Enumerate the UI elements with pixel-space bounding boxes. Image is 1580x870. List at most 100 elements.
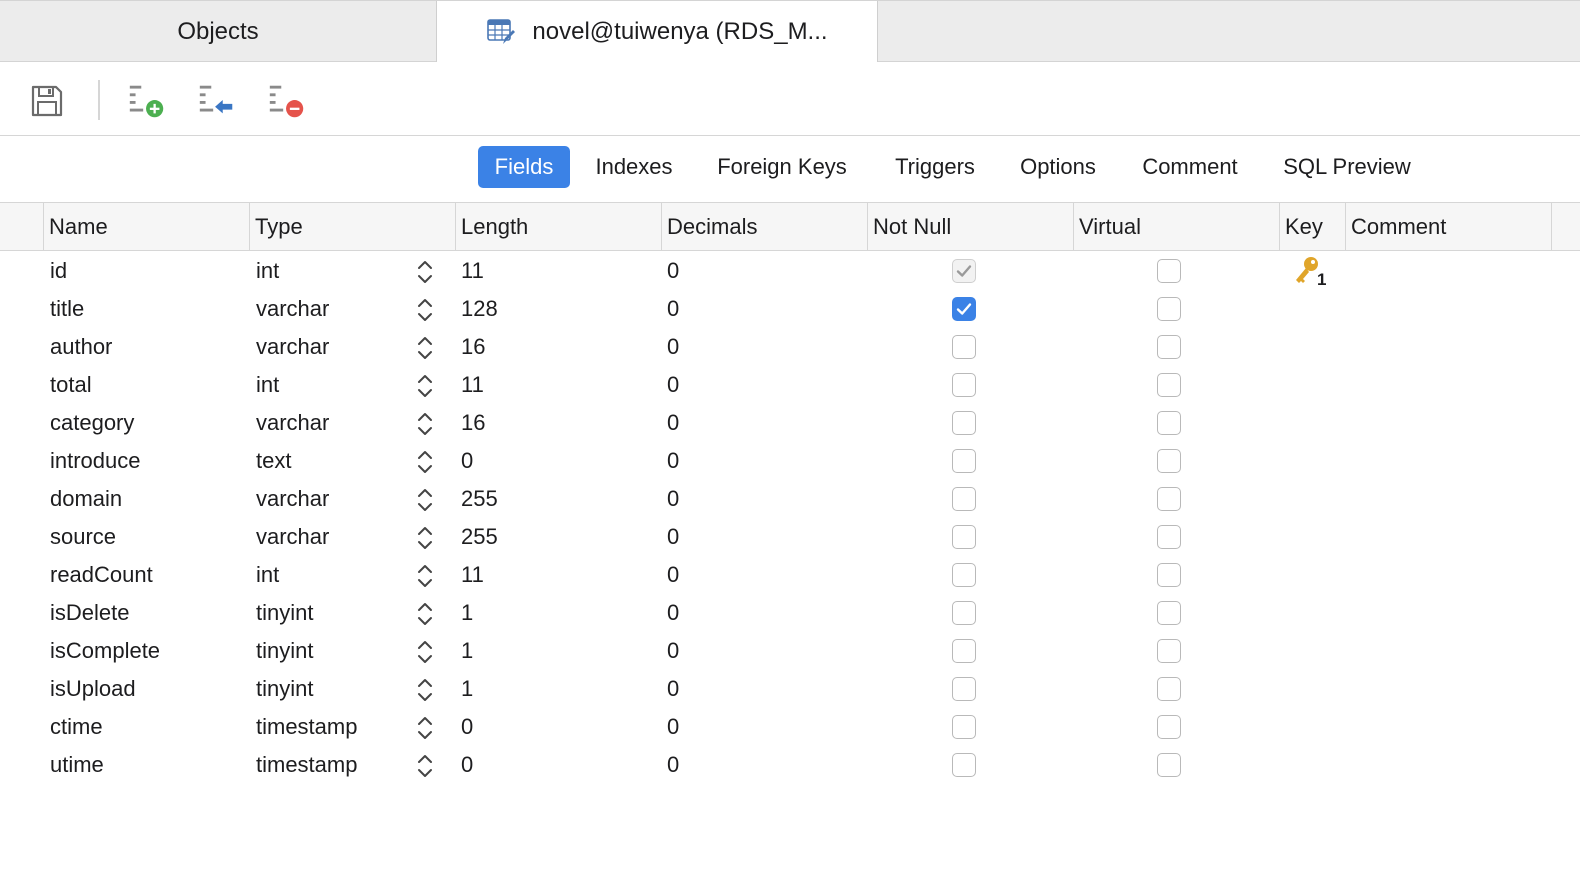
field-decimals-cell[interactable]: 0 — [667, 708, 857, 746]
type-stepper-icon[interactable] — [416, 563, 434, 589]
virtual-checkbox[interactable] — [1157, 563, 1181, 587]
type-stepper-icon[interactable] — [416, 411, 434, 437]
subtab-triggers[interactable]: Triggers — [880, 146, 990, 188]
not-null-checkbox[interactable] — [952, 449, 976, 473]
type-stepper-icon[interactable] — [416, 297, 434, 323]
field-name-cell[interactable]: id — [50, 252, 240, 290]
type-stepper-icon[interactable] — [416, 259, 434, 285]
field-length-cell[interactable]: 0 — [461, 746, 651, 784]
field-type-cell[interactable]: int — [256, 556, 406, 594]
virtual-checkbox[interactable] — [1157, 373, 1181, 397]
table-row[interactable]: source varchar 255 0 — [0, 518, 1580, 556]
subtab-fields[interactable]: Fields — [478, 146, 570, 188]
tab-objects[interactable]: Objects — [0, 1, 437, 62]
subtab-sql-preview[interactable]: SQL Preview — [1272, 146, 1422, 188]
type-stepper-icon[interactable] — [416, 449, 434, 475]
field-length-cell[interactable]: 255 — [461, 480, 651, 518]
column-header-key[interactable]: Key — [1279, 203, 1345, 251]
field-length-cell[interactable]: 1 — [461, 594, 651, 632]
table-row[interactable]: isComplete tinyint 1 0 — [0, 632, 1580, 670]
field-decimals-cell[interactable]: 0 — [667, 594, 857, 632]
field-length-cell[interactable]: 128 — [461, 290, 651, 328]
field-type-cell[interactable]: text — [256, 442, 406, 480]
not-null-checkbox[interactable] — [952, 259, 976, 283]
column-header-comment[interactable]: Comment — [1345, 203, 1552, 251]
virtual-checkbox[interactable] — [1157, 487, 1181, 511]
subtab-foreign-keys[interactable]: Foreign Keys — [704, 146, 860, 188]
field-type-cell[interactable]: timestamp — [256, 708, 406, 746]
not-null-checkbox[interactable] — [952, 525, 976, 549]
field-type-cell[interactable]: tinyint — [256, 594, 406, 632]
not-null-checkbox[interactable] — [952, 373, 976, 397]
insert-field-button[interactable] — [196, 80, 238, 122]
not-null-checkbox[interactable] — [952, 335, 976, 359]
virtual-checkbox[interactable] — [1157, 677, 1181, 701]
column-header-virtual[interactable]: Virtual — [1073, 203, 1279, 251]
not-null-checkbox[interactable] — [952, 297, 976, 321]
not-null-checkbox[interactable] — [952, 487, 976, 511]
column-header-not-null[interactable]: Not Null — [867, 203, 1073, 251]
field-name-cell[interactable]: source — [50, 518, 240, 556]
field-decimals-cell[interactable]: 0 — [667, 480, 857, 518]
field-decimals-cell[interactable]: 0 — [667, 328, 857, 366]
not-null-checkbox[interactable] — [952, 563, 976, 587]
field-length-cell[interactable]: 16 — [461, 328, 651, 366]
table-row[interactable]: title varchar 128 0 — [0, 290, 1580, 328]
field-length-cell[interactable]: 1 — [461, 632, 651, 670]
field-length-cell[interactable]: 0 — [461, 442, 651, 480]
tab-table-design[interactable]: novel@tuiwenya (RDS_M... — [437, 1, 878, 63]
field-type-cell[interactable]: tinyint — [256, 670, 406, 708]
field-name-cell[interactable]: ctime — [50, 708, 240, 746]
virtual-checkbox[interactable] — [1157, 259, 1181, 283]
table-row[interactable]: id int 11 0 1 — [0, 252, 1580, 290]
field-name-cell[interactable]: isComplete — [50, 632, 240, 670]
field-type-cell[interactable]: varchar — [256, 518, 406, 556]
field-name-cell[interactable]: total — [50, 366, 240, 404]
field-type-cell[interactable]: varchar — [256, 404, 406, 442]
virtual-checkbox[interactable] — [1157, 601, 1181, 625]
field-decimals-cell[interactable]: 0 — [667, 290, 857, 328]
field-decimals-cell[interactable]: 0 — [667, 746, 857, 784]
type-stepper-icon[interactable] — [416, 487, 434, 513]
not-null-checkbox[interactable] — [952, 411, 976, 435]
field-name-cell[interactable]: isUpload — [50, 670, 240, 708]
type-stepper-icon[interactable] — [416, 753, 434, 779]
field-name-cell[interactable]: title — [50, 290, 240, 328]
subtab-comment[interactable]: Comment — [1128, 146, 1252, 188]
delete-field-button[interactable] — [266, 80, 308, 122]
type-stepper-icon[interactable] — [416, 601, 434, 627]
virtual-checkbox[interactable] — [1157, 449, 1181, 473]
not-null-checkbox[interactable] — [952, 601, 976, 625]
type-stepper-icon[interactable] — [416, 677, 434, 703]
virtual-checkbox[interactable] — [1157, 335, 1181, 359]
table-row[interactable]: ctime timestamp 0 0 — [0, 708, 1580, 746]
field-type-cell[interactable]: varchar — [256, 480, 406, 518]
field-name-cell[interactable]: domain — [50, 480, 240, 518]
virtual-checkbox[interactable] — [1157, 753, 1181, 777]
field-decimals-cell[interactable]: 0 — [667, 632, 857, 670]
field-type-cell[interactable]: int — [256, 366, 406, 404]
field-length-cell[interactable]: 255 — [461, 518, 651, 556]
table-row[interactable]: readCount int 11 0 — [0, 556, 1580, 594]
field-name-cell[interactable]: author — [50, 328, 240, 366]
field-type-cell[interactable]: timestamp — [256, 746, 406, 784]
table-row[interactable]: total int 11 0 — [0, 366, 1580, 404]
column-header-type[interactable]: Type — [249, 203, 455, 251]
virtual-checkbox[interactable] — [1157, 639, 1181, 663]
field-length-cell[interactable]: 16 — [461, 404, 651, 442]
save-button[interactable] — [26, 80, 68, 122]
virtual-checkbox[interactable] — [1157, 411, 1181, 435]
column-header-length[interactable]: Length — [455, 203, 661, 251]
field-type-cell[interactable]: varchar — [256, 328, 406, 366]
field-decimals-cell[interactable]: 0 — [667, 252, 857, 290]
field-decimals-cell[interactable]: 0 — [667, 442, 857, 480]
table-row[interactable]: author varchar 16 0 — [0, 328, 1580, 366]
type-stepper-icon[interactable] — [416, 373, 434, 399]
field-name-cell[interactable]: category — [50, 404, 240, 442]
table-row[interactable]: category varchar 16 0 — [0, 404, 1580, 442]
not-null-checkbox[interactable] — [952, 677, 976, 701]
not-null-checkbox[interactable] — [952, 639, 976, 663]
virtual-checkbox[interactable] — [1157, 297, 1181, 321]
virtual-checkbox[interactable] — [1157, 715, 1181, 739]
field-name-cell[interactable]: introduce — [50, 442, 240, 480]
